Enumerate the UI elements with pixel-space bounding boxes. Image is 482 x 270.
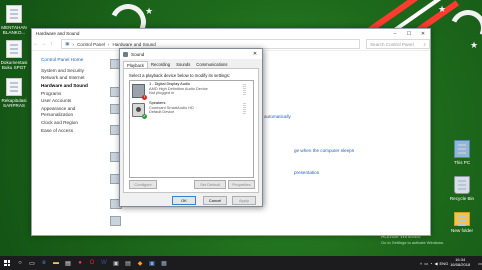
sidebar-item-programs[interactable]: Programs: [41, 90, 111, 98]
document-icon: [6, 40, 22, 58]
computer-icon: [454, 140, 470, 158]
opera-icon[interactable]: O: [86, 256, 98, 270]
star-decoration: ★: [438, 4, 447, 14]
level-meter: [243, 84, 246, 96]
app-icon[interactable]: ▣: [110, 256, 122, 270]
list-item-speakers[interactable]: ✓ Speakers Conexant SmartAudio HD Defaul…: [132, 100, 250, 119]
power-sleep-link[interactable]: ge when the computer sleeps: [294, 148, 354, 153]
sidebar-item-home[interactable]: Control Panel Home: [41, 56, 111, 64]
language-indicator[interactable]: ENG: [440, 261, 449, 266]
breadcrumb-separator: ›: [72, 41, 75, 47]
notifications-icon[interactable]: ▭: [478, 261, 482, 266]
maximize-button[interactable]: ☐: [402, 29, 416, 38]
configure-button[interactable]: Configure: [129, 180, 157, 189]
playback-panel: Select a playback device below to modify…: [123, 68, 259, 193]
minimize-button[interactable]: –: [388, 29, 402, 38]
forward-arrow-icon[interactable]: →: [40, 41, 48, 47]
battery-icon[interactable]: ▭: [424, 261, 428, 266]
task-view-icon[interactable]: ▭: [26, 256, 38, 270]
chrome-icon[interactable]: ●: [74, 256, 86, 270]
file-explorer-icon[interactable]: ▬: [50, 256, 62, 270]
control-panel-taskbar-icon[interactable]: ▦: [158, 256, 170, 270]
sound-dialog: Sound ✕ Playback Recording Sounds Commun…: [119, 48, 263, 207]
sidebar-item-ease-of-access[interactable]: Ease of Access: [41, 127, 111, 135]
sidebar-item-hardware-sound[interactable]: Hardware and Sound: [41, 82, 111, 90]
close-button[interactable]: ✕: [416, 29, 430, 38]
network-icon[interactable]: ◔: [430, 261, 432, 266]
desktop-icon-recycle-bin[interactable]: Recycle Bin: [444, 176, 480, 201]
dialog-title: Sound: [131, 51, 145, 57]
desktop-icon-new-folder[interactable]: New folder: [444, 212, 480, 233]
chevron-up-icon[interactable]: ˄: [420, 261, 422, 266]
breadcrumb-hardware-sound[interactable]: Hardware and Sound: [112, 42, 155, 47]
document-icon: [6, 78, 22, 96]
back-arrow-icon[interactable]: ←: [32, 41, 40, 47]
document-icon: [6, 5, 22, 23]
level-meter: [243, 103, 246, 115]
search-icon[interactable]: ○: [14, 256, 26, 270]
close-icon[interactable]: ✕: [248, 51, 262, 57]
window-title: Hardware and Sound: [36, 31, 80, 36]
desktop-icon-rekapitulasi[interactable]: Rekapitulasi SARPRAS: [0, 78, 32, 109]
sidebar-item-network[interactable]: Network and Internet: [41, 74, 111, 82]
device-status: Not plugged in: [149, 90, 175, 96]
warning-badge-icon: !: [142, 95, 147, 100]
sidebar-item-user-accounts[interactable]: User Accounts: [41, 97, 111, 105]
desktop-icon-this-pc[interactable]: This PC: [444, 140, 480, 165]
star-decoration: ★: [145, 6, 154, 16]
windows-logo-icon: [4, 260, 10, 266]
system-tray: ˄ ▭ ◔ ◀ ENG 16:34 16/08/2018 ▭: [420, 258, 482, 267]
control-panel-icon: ▣: [65, 41, 70, 46]
desktop-icon-mentahan[interactable]: MENTAHAN BLANKO...: [0, 5, 32, 36]
taskbar: ○ ▭ e ▬ ▤ ● O W ▣ ▤ ◆ ▣ ▦ ˄ ▭ ◔ ◀ ENG 16…: [0, 256, 482, 270]
edge-icon[interactable]: e: [38, 256, 50, 270]
search-icon: ⌕: [423, 41, 427, 47]
folder-icon: [454, 212, 470, 226]
breadcrumb-control-panel[interactable]: Control Panel: [77, 42, 105, 47]
set-default-button[interactable]: Set Default: [194, 180, 226, 189]
star-decoration: ★: [470, 40, 479, 50]
recycle-bin-icon: [454, 176, 470, 194]
location-icon: [110, 216, 121, 226]
app-icon[interactable]: ◆: [134, 256, 146, 270]
digital-audio-device-icon: !: [132, 84, 147, 100]
store-icon[interactable]: ▤: [62, 256, 74, 270]
apply-button[interactable]: Apply: [232, 196, 256, 205]
clock-date: 16/08/2018: [450, 262, 471, 267]
sidebar-item-system-security[interactable]: System and Security: [41, 67, 111, 75]
clock[interactable]: 16:34 16/08/2018: [450, 258, 470, 267]
speaker-icon: [123, 51, 128, 57]
sidebar-item-clock-region[interactable]: Clock and Region: [41, 119, 111, 127]
app-icon[interactable]: ▣: [146, 256, 158, 270]
speaker-device-icon: ✓: [132, 103, 147, 119]
app-icon[interactable]: ▤: [122, 256, 134, 270]
start-button[interactable]: [0, 256, 14, 270]
list-item-digital-display-audio[interactable]: ! 1 - Digital Display Audio AMD High Def…: [132, 81, 250, 100]
presentation-link[interactable]: presentation: [294, 170, 319, 175]
dialog-titlebar: Sound ✕: [120, 49, 262, 59]
autoplay-link[interactable]: automatically: [264, 114, 291, 119]
up-arrow-icon[interactable]: ↑: [47, 41, 55, 47]
word-icon[interactable]: W: [98, 256, 110, 270]
instruction-text: Select a playback device below to modify…: [129, 73, 231, 78]
sidebar-item-appearance[interactable]: Appearance and Personalization: [41, 105, 86, 119]
cancel-button[interactable]: Cancel: [203, 196, 227, 205]
default-check-badge-icon: ✓: [142, 114, 147, 119]
window-titlebar: Hardware and Sound – ☐ ✕: [32, 29, 430, 38]
sidebar: Control Panel Home System and Security N…: [41, 56, 111, 135]
volume-icon[interactable]: ◀: [434, 261, 437, 266]
properties-button[interactable]: Properties: [228, 180, 255, 189]
device-status: Default Device: [149, 109, 175, 115]
device-list: ! 1 - Digital Display Audio AMD High Def…: [129, 80, 254, 178]
desktop-icon-dokumentasi[interactable]: Dokumentasi Buku SPGT: [0, 40, 32, 71]
search-input[interactable]: Search Control Panel ⌕: [365, 39, 431, 49]
breadcrumb-separator: ›: [107, 41, 110, 47]
ok-button[interactable]: OK: [172, 196, 196, 205]
